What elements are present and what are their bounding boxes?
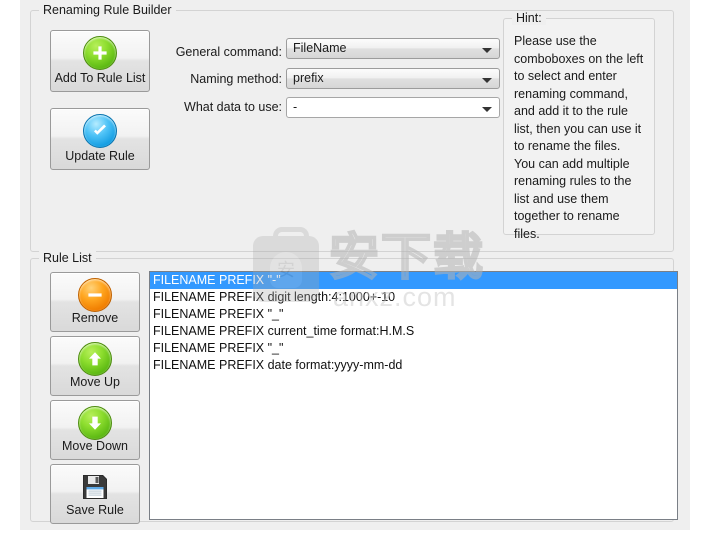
rule-list-row[interactable]: FILENAME PREFIX current_time format:H.M.… xyxy=(150,323,677,340)
add-to-rule-list-button[interactable]: Add To Rule List xyxy=(50,30,150,92)
general-command-value: FileName xyxy=(293,41,347,55)
floppy-disk-icon xyxy=(80,472,110,502)
chevron-down-icon[interactable] xyxy=(482,107,492,112)
minus-circle-icon xyxy=(78,278,112,312)
update-rule-button[interactable]: Update Rule xyxy=(50,108,150,170)
hint-group: Hint: Please use the comboboxes on the l… xyxy=(503,11,655,241)
rule-list-group-title: Rule List xyxy=(39,251,96,265)
naming-method-label: Naming method: xyxy=(190,72,282,86)
what-data-to-use-value[interactable]: - xyxy=(293,100,297,114)
update-rule-label: Update Rule xyxy=(65,149,135,163)
save-rule-label: Save Rule xyxy=(66,503,124,517)
what-data-to-use-label: What data to use: xyxy=(184,100,282,114)
plus-circle-icon xyxy=(83,36,117,70)
remove-label: Remove xyxy=(71,311,119,325)
move-down-button[interactable]: Move Down xyxy=(50,400,140,460)
arrow-up-circle-icon xyxy=(78,342,112,376)
general-command-label: General command: xyxy=(175,45,282,59)
naming-method-value: prefix xyxy=(293,71,324,85)
save-rule-button[interactable]: Save Rule xyxy=(50,464,140,524)
rule-list-row[interactable]: FILENAME PREFIX "_" xyxy=(150,306,677,323)
what-data-to-use-combobox[interactable]: - xyxy=(286,97,500,118)
rule-list-row[interactable]: FILENAME PREFIX "-" xyxy=(150,272,677,289)
move-up-button[interactable]: Move Up xyxy=(50,336,140,396)
hint-group-title: Hint: xyxy=(512,11,546,25)
add-to-rule-list-label: Add To Rule List xyxy=(54,71,146,85)
check-circle-icon xyxy=(83,114,117,148)
rule-list-row[interactable]: FILENAME PREFIX "_" xyxy=(150,340,677,357)
chevron-down-icon[interactable] xyxy=(482,78,492,83)
chevron-down-icon[interactable] xyxy=(482,48,492,53)
rule-list-row[interactable]: FILENAME PREFIX digit length:4:1000+-10 xyxy=(150,289,677,306)
move-up-label: Move Up xyxy=(69,375,121,389)
remove-button[interactable]: Remove xyxy=(50,272,140,332)
builder-group-title: Renaming Rule Builder xyxy=(39,3,176,17)
naming-method-combobox[interactable]: prefix xyxy=(286,68,500,89)
move-down-label: Move Down xyxy=(62,439,128,453)
rule-list-listbox[interactable]: FILENAME PREFIX "-" FILENAME PREFIX digit… xyxy=(149,271,678,520)
application-window: Renaming Rule Builder Add To Rule List U… xyxy=(20,0,690,530)
arrow-down-circle-icon xyxy=(78,406,112,440)
rule-list-row[interactable]: FILENAME PREFIX date format:yyyy-mm-dd xyxy=(150,357,677,374)
hint-text: Please use the comboboxes on the left to… xyxy=(514,34,644,241)
general-command-combobox[interactable]: FileName xyxy=(286,38,500,59)
